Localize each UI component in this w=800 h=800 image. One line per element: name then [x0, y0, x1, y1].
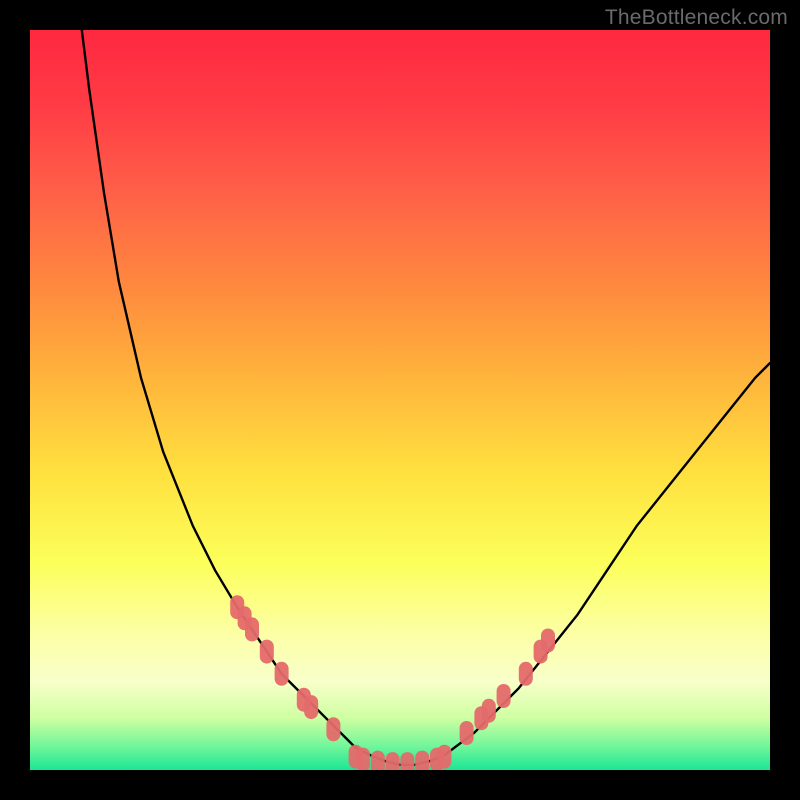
data-marker: [326, 717, 340, 741]
data-marker: [356, 748, 370, 770]
chart-frame: TheBottleneck.com: [0, 0, 800, 800]
data-marker: [460, 721, 474, 745]
data-marker: [497, 684, 511, 708]
data-marker: [482, 699, 496, 723]
data-marker: [275, 662, 289, 686]
chart-svg: [30, 30, 770, 770]
data-marker: [541, 629, 555, 653]
data-marker: [371, 751, 385, 770]
data-marker: [400, 752, 414, 770]
data-marker: [437, 745, 451, 769]
data-marker: [519, 662, 533, 686]
data-marker: [386, 752, 400, 770]
data-marker: [415, 751, 429, 770]
data-marker: [245, 617, 259, 641]
bottleneck-curve: [82, 30, 770, 765]
attribution-text: TheBottleneck.com: [605, 6, 788, 30]
chart-plot-area: [30, 30, 770, 770]
data-marker: [260, 640, 274, 664]
data-marker: [304, 695, 318, 719]
marker-group: [230, 595, 555, 770]
